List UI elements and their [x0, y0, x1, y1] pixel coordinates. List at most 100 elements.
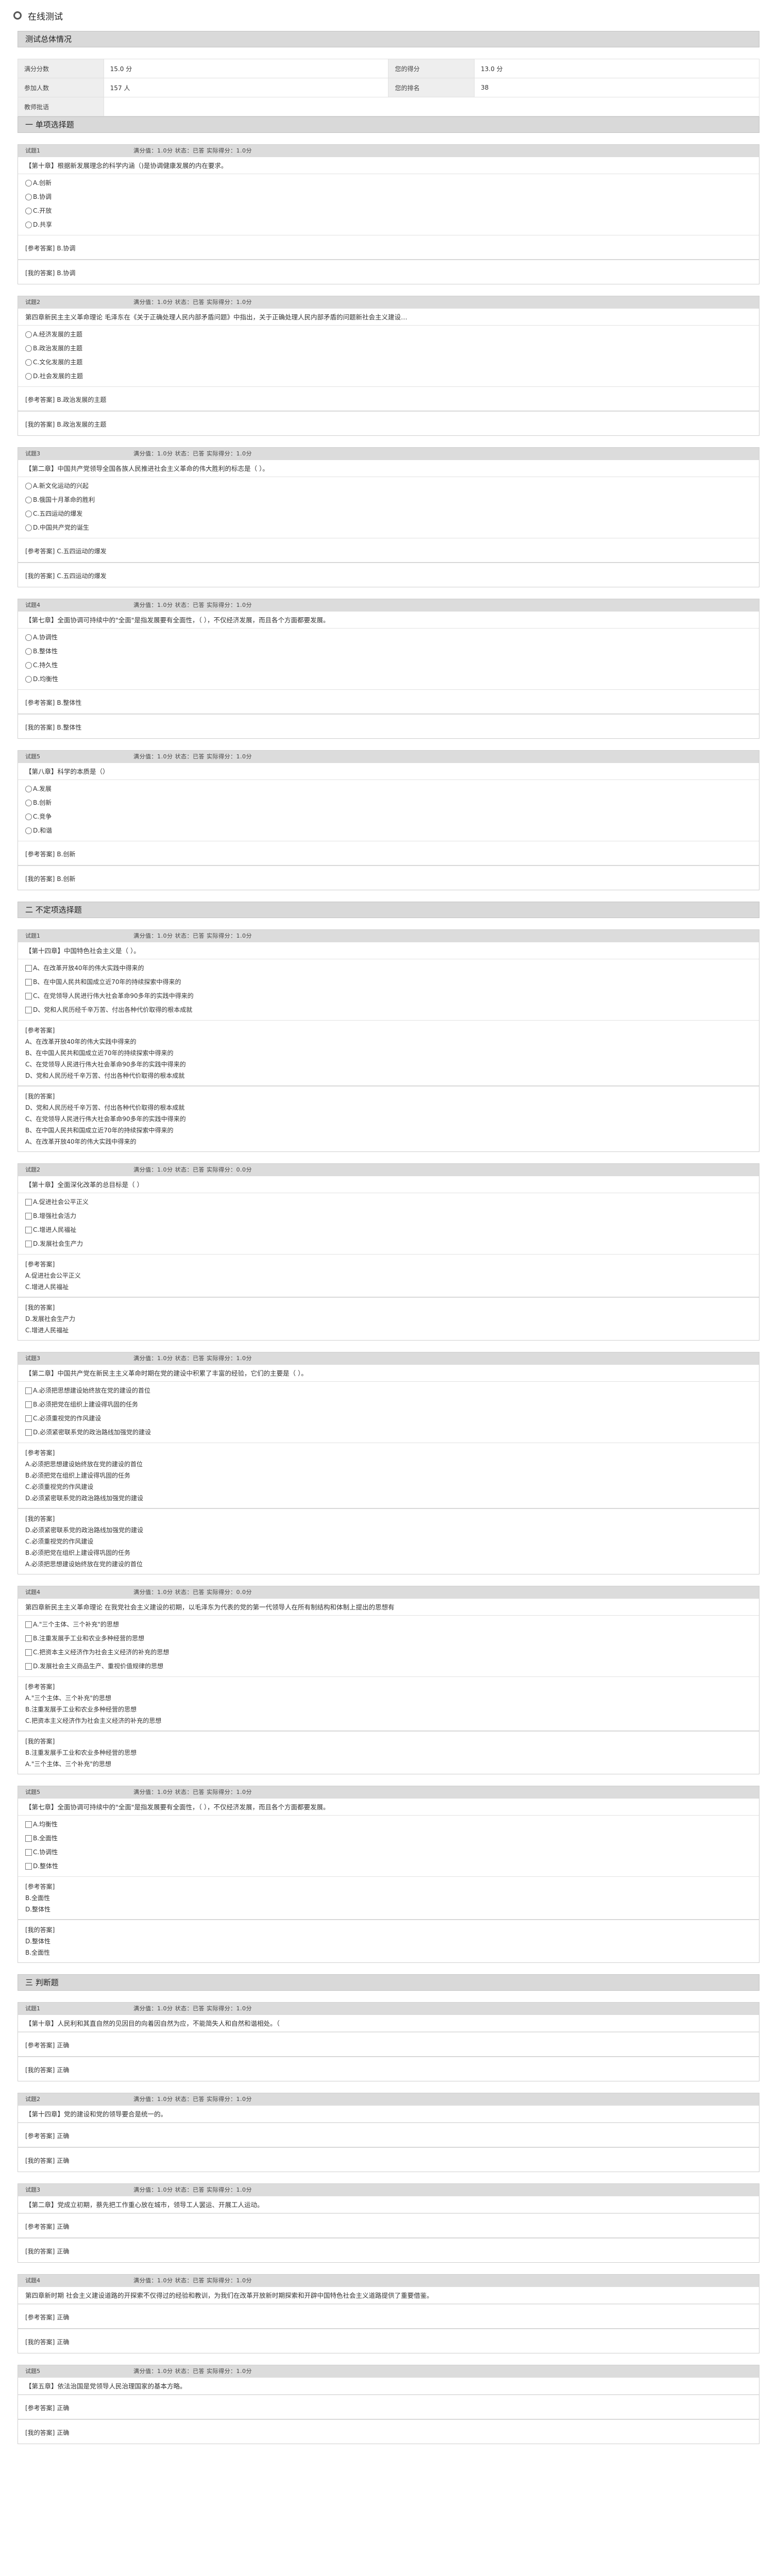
radio-button[interactable] — [25, 194, 32, 200]
options-list: A.创新 B.协调 C.开放 D.共享 — [18, 174, 759, 235]
checkbox[interactable] — [25, 1241, 32, 1247]
checkbox[interactable] — [25, 1663, 32, 1670]
checkbox[interactable] — [25, 1227, 32, 1233]
option[interactable]: A."三个主体、三个补充"的思想 — [25, 1618, 752, 1632]
option[interactable]: D、党和人民历经千辛万苦、付出各种代价取得的根本成就 — [25, 1003, 752, 1017]
option[interactable]: C.文化发展的主题 — [25, 355, 752, 369]
radio-button[interactable] — [25, 676, 32, 683]
my-answer: [我的答案] D.发展社会生产力 C.增进人民福祉 — [18, 1297, 759, 1341]
checkbox[interactable] — [25, 1199, 32, 1206]
radio-button[interactable] — [25, 634, 32, 641]
question-text: 【第十四章】中国特色社会主义是（ ）。 — [18, 942, 759, 959]
question-number: 试题2 — [25, 299, 40, 306]
radio-button[interactable] — [25, 483, 32, 489]
reference-answer: [参考答案] B.政治发展的主题 — [18, 386, 759, 411]
checkbox[interactable] — [25, 1429, 32, 1436]
checkbox[interactable] — [25, 993, 32, 999]
option[interactable]: A.促进社会公平正义 — [25, 1195, 752, 1209]
radio-button[interactable] — [25, 180, 32, 187]
checkbox[interactable] — [25, 1849, 32, 1856]
checkbox[interactable] — [25, 1401, 32, 1408]
checkbox[interactable] — [25, 1835, 32, 1842]
option[interactable]: B.创新 — [25, 796, 752, 810]
checkbox[interactable] — [25, 1821, 32, 1828]
options-list: A.发展 B.创新 C.竞争 D.和谐 — [18, 780, 759, 841]
option[interactable]: B.俄国十月革命的胜利 — [25, 493, 752, 507]
option[interactable]: D.整体性 — [25, 1859, 752, 1873]
question-header: 试题1 满分值：1.0分 状态：已答 实际得分：1.0分 — [18, 2003, 759, 2015]
my-answer: [我的答案] D.整体性 B.全面性 — [18, 1920, 759, 1963]
answer-label: [我的答案] — [25, 421, 55, 428]
radio-button[interactable] — [25, 331, 32, 338]
option[interactable]: A.必须把思想建设始终放在党的建设的首位 — [25, 1384, 752, 1398]
option[interactable]: B.协调 — [25, 190, 752, 204]
radio-button[interactable] — [25, 827, 32, 834]
radio-button[interactable] — [25, 800, 32, 806]
checkbox[interactable] — [25, 1621, 32, 1628]
option[interactable]: A、在改革开放40年的伟大实践中得来的 — [25, 961, 752, 975]
option[interactable]: B.全面性 — [25, 1832, 752, 1845]
checkbox[interactable] — [25, 965, 32, 972]
radio-button[interactable] — [25, 373, 32, 380]
option[interactable]: D.中国共产党的诞生 — [25, 521, 752, 535]
radio-button[interactable] — [25, 511, 32, 517]
option[interactable]: D.发展社会生产力 — [25, 1237, 752, 1251]
option[interactable]: A.经济发展的主题 — [25, 328, 752, 342]
option[interactable]: B、在中国人民共和国成立近70年的持续探索中得来的 — [25, 975, 752, 989]
radio-button[interactable] — [25, 786, 32, 792]
checkbox[interactable] — [25, 1863, 32, 1870]
option[interactable]: D.和谐 — [25, 824, 752, 838]
option[interactable]: C、在党领导人民进行伟大社会革命90多年的实践中得来的 — [25, 989, 752, 1003]
checkbox[interactable] — [25, 1649, 32, 1656]
option[interactable]: C.竞争 — [25, 810, 752, 824]
checkbox[interactable] — [25, 1213, 32, 1219]
option[interactable]: B.政治发展的主题 — [25, 342, 752, 355]
checkbox[interactable] — [25, 979, 32, 986]
option[interactable]: B.整体性 — [25, 645, 752, 658]
option[interactable]: D.共享 — [25, 218, 752, 232]
radio-button[interactable] — [25, 345, 32, 352]
option[interactable]: D.必须紧密联系党的政治路线加强党的建设 — [25, 1426, 752, 1439]
question-text: 【第十章】根据新发展理念的科学内涵（)是协调健康发展的内在要求。 — [18, 157, 759, 174]
checkbox[interactable] — [25, 1415, 32, 1422]
question-header: 试题5 满分值：1.0分 状态：已答 实际得分：1.0分 — [18, 2365, 759, 2378]
checkbox[interactable] — [25, 1635, 32, 1642]
radio-button[interactable] — [25, 814, 32, 820]
option[interactable]: A.协调性 — [25, 631, 752, 645]
answer-value: C.五四运动的爆发 — [57, 572, 107, 580]
option[interactable]: C.增进人民福祉 — [25, 1223, 752, 1237]
option[interactable]: D.发展社会主义商品生产、重视价值规律的思想 — [25, 1659, 752, 1673]
question-number: 试题2 — [25, 2096, 40, 2103]
option[interactable]: D.均衡性 — [25, 672, 752, 686]
option[interactable]: C.必须重视党的作风建设 — [25, 1412, 752, 1426]
option[interactable]: B.必须把党在组织上建设得巩固的任务 — [25, 1398, 752, 1412]
option[interactable]: A.发展 — [25, 782, 752, 796]
radio-button[interactable] — [25, 208, 32, 214]
radio-button[interactable] — [25, 648, 32, 655]
question: 试题4 满分值：1.0分 状态：已答 实际得分：1.0分 第四章新时期 社会主义建设… — [18, 2274, 759, 2353]
option[interactable]: D.社会发展的主题 — [25, 369, 752, 383]
option[interactable]: B.注重发展手工业和农业多种经营的思想 — [25, 1632, 752, 1646]
radio-button[interactable] — [25, 222, 32, 228]
checkbox[interactable] — [25, 1387, 32, 1394]
radio-button[interactable] — [25, 662, 32, 669]
radio-button[interactable] — [25, 524, 32, 531]
option[interactable]: A.新文化运动的兴起 — [25, 479, 752, 493]
option[interactable]: C.协调性 — [25, 1845, 752, 1859]
reference-answer: [参考答案] B.全面性 D.整体性 — [18, 1876, 759, 1920]
option[interactable]: C.五四运动的爆发 — [25, 507, 752, 521]
answer-value: B.必须把党在组织上建设得巩固的任务 — [25, 1472, 131, 1479]
radio-button[interactable] — [25, 497, 32, 503]
radio-button[interactable] — [25, 359, 32, 366]
checkbox[interactable] — [25, 1007, 32, 1013]
option[interactable]: C.开放 — [25, 204, 752, 218]
option-label: A、在改革开放40年的伟大实践中得来的 — [33, 964, 144, 972]
option[interactable]: C.持久性 — [25, 658, 752, 672]
option[interactable]: C.把资本主义经济作为社会主义经济的补充的思想 — [25, 1646, 752, 1659]
option[interactable]: B.增强社会活力 — [25, 1209, 752, 1223]
answer-value: D.整体性 — [25, 1906, 51, 1913]
reference-answer: [参考答案] 正确 — [18, 2123, 759, 2147]
option[interactable]: A.创新 — [25, 176, 752, 190]
summary-value: 38 — [474, 78, 759, 97]
option[interactable]: A.均衡性 — [25, 1818, 752, 1832]
